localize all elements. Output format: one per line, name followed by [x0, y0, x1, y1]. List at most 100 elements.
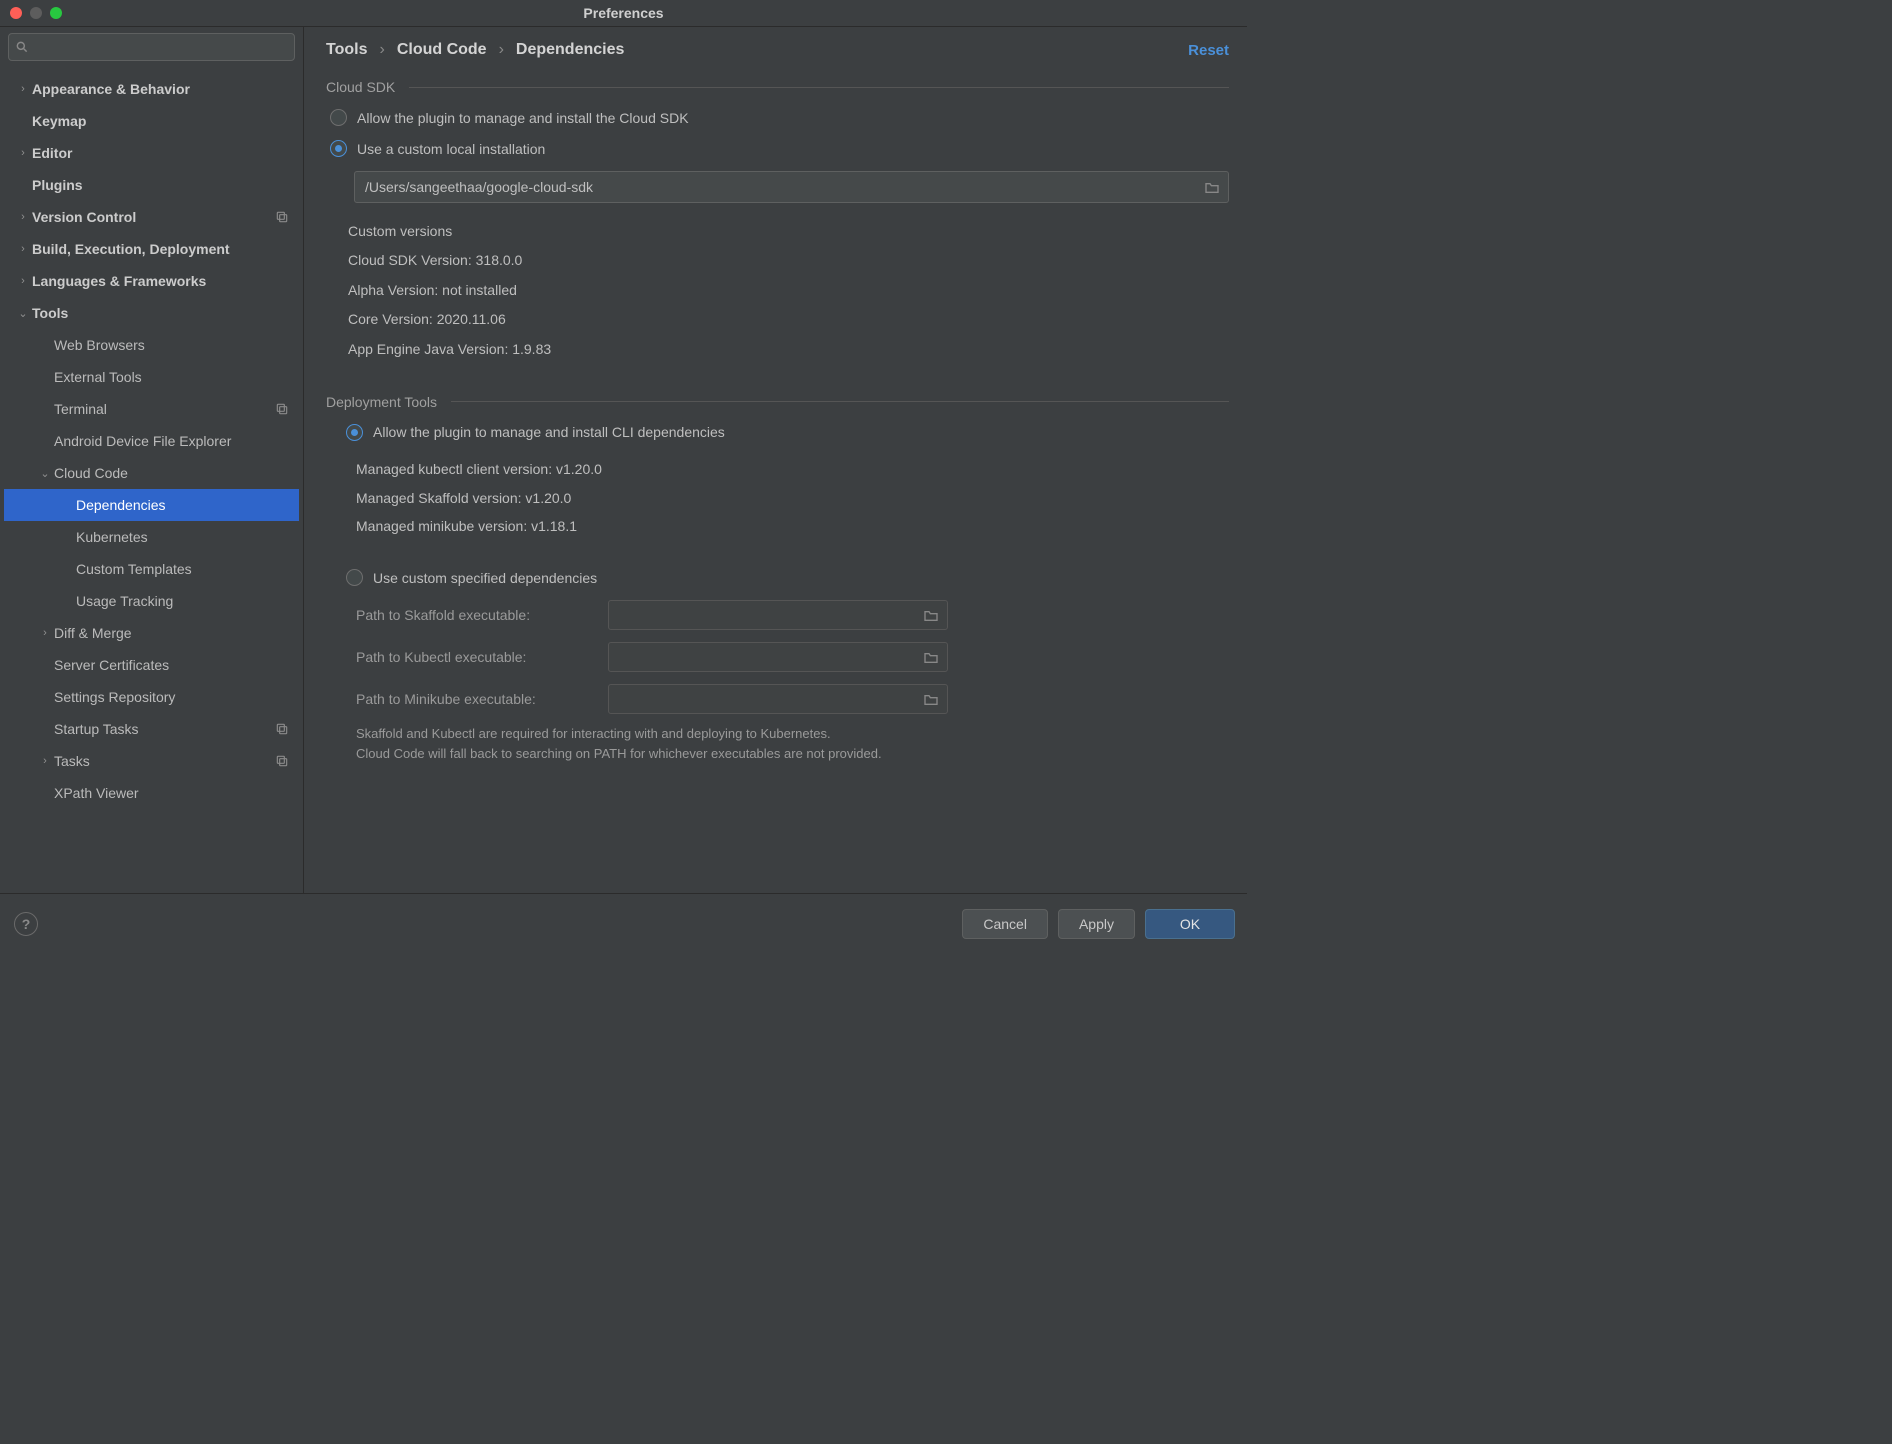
sidebar-item-label: Dependencies: [76, 497, 289, 513]
footer-buttons: Cancel Apply OK: [962, 909, 1235, 939]
version-appengine: App Engine Java Version: 1.9.83: [348, 335, 1229, 364]
sidebar-item-server-certificates[interactable]: Server Certificates: [4, 649, 299, 681]
exec-kubectl-input[interactable]: [608, 642, 948, 672]
sidebar-item-label: Tools: [32, 305, 289, 321]
sidebar-item-terminal[interactable]: Terminal: [4, 393, 299, 425]
sidebar-item-xpath-viewer[interactable]: XPath Viewer: [4, 777, 299, 809]
exec-label: Path to Skaffold executable:: [356, 607, 608, 623]
maximize-window-button[interactable]: [50, 7, 62, 19]
copy-icon[interactable]: [275, 722, 289, 736]
sidebar-item-label: Appearance & Behavior: [32, 81, 289, 97]
window-controls: [0, 7, 62, 19]
radio-sdk-manage[interactable]: Allow the plugin to manage and install t…: [330, 109, 1229, 126]
folder-icon[interactable]: [923, 650, 939, 664]
chevron-right-icon[interactable]: ›: [14, 147, 32, 159]
exec-label: Path to Kubectl executable:: [356, 649, 608, 665]
sidebar-item-tasks[interactable]: ›Tasks: [4, 745, 299, 777]
managed-kubectl: Managed kubectl client version: v1.20.0: [356, 455, 1229, 484]
sidebar-item-build-execution-deployment[interactable]: ›Build, Execution, Deployment: [4, 233, 299, 265]
sidebar-item-settings-repository[interactable]: Settings Repository: [4, 681, 299, 713]
search-box: [8, 33, 295, 61]
folder-icon[interactable]: [923, 608, 939, 622]
sidebar-item-label: Settings Repository: [54, 689, 289, 705]
preferences-sidebar: ›Appearance & BehaviorKeymap›EditorPlugi…: [0, 27, 304, 893]
sidebar-item-label: Server Certificates: [54, 657, 289, 673]
copy-icon[interactable]: [275, 754, 289, 768]
sidebar-item-plugins[interactable]: Plugins: [4, 169, 299, 201]
exec-kubectl-row: Path to Kubectl executable:: [356, 642, 1229, 672]
sidebar-item-web-browsers[interactable]: Web Browsers: [4, 329, 299, 361]
sidebar-item-cloud-code[interactable]: ⌄Cloud Code: [4, 457, 299, 489]
radio-dep-manage[interactable]: Allow the plugin to manage and install C…: [346, 424, 1229, 441]
titlebar: Preferences: [0, 0, 1247, 27]
reset-link[interactable]: Reset: [1188, 42, 1229, 59]
chevron-down-icon[interactable]: ⌄: [14, 307, 32, 320]
sidebar-item-tools[interactable]: ⌄Tools: [4, 297, 299, 329]
managed-versions-block: Managed kubectl client version: v1.20.0 …: [356, 455, 1229, 541]
search-input[interactable]: [8, 33, 295, 61]
sidebar-item-version-control[interactable]: ›Version Control: [4, 201, 299, 233]
sidebar-item-label: Editor: [32, 145, 289, 161]
exec-minikube-input[interactable]: [608, 684, 948, 714]
sdk-path-value: /Users/sangeethaa/google-cloud-sdk: [365, 179, 593, 195]
copy-icon[interactable]: [275, 402, 289, 416]
radio-icon: [330, 140, 347, 157]
sidebar-item-label: Startup Tasks: [54, 721, 275, 737]
sidebar-item-usage-tracking[interactable]: Usage Tracking: [4, 585, 299, 617]
sidebar-item-label: Web Browsers: [54, 337, 289, 353]
folder-icon[interactable]: [1204, 180, 1220, 194]
sidebar-item-label: Custom Templates: [76, 561, 289, 577]
chevron-right-icon[interactable]: ›: [14, 211, 32, 223]
folder-icon[interactable]: [923, 692, 939, 706]
version-core: Core Version: 2020.11.06: [348, 305, 1229, 334]
sidebar-item-editor[interactable]: ›Editor: [4, 137, 299, 169]
sidebar-item-external-tools[interactable]: External Tools: [4, 361, 299, 393]
chevron-right-icon[interactable]: ›: [14, 275, 32, 287]
version-alpha: Alpha Version: not installed: [348, 276, 1229, 305]
minimize-window-button[interactable]: [30, 7, 42, 19]
sidebar-item-label: Languages & Frameworks: [32, 273, 289, 289]
sidebar-item-label: Build, Execution, Deployment: [32, 241, 289, 257]
close-window-button[interactable]: [10, 7, 22, 19]
radio-sdk-custom[interactable]: Use a custom local installation: [330, 140, 1229, 157]
sidebar-item-diff-merge[interactable]: ›Diff & Merge: [4, 617, 299, 649]
hint-line: Cloud Code will fall back to searching o…: [356, 744, 1229, 764]
breadcrumb-item[interactable]: Cloud Code: [397, 41, 487, 59]
copy-icon[interactable]: [275, 210, 289, 224]
sidebar-item-custom-templates[interactable]: Custom Templates: [4, 553, 299, 585]
breadcrumb-item: Dependencies: [516, 41, 624, 59]
radio-icon: [346, 569, 363, 586]
search-icon: [15, 40, 29, 54]
chevron-right-icon[interactable]: ›: [14, 83, 32, 95]
sidebar-item-kubernetes[interactable]: Kubernetes: [4, 521, 299, 553]
sidebar-item-label: Terminal: [54, 401, 275, 417]
cancel-button[interactable]: Cancel: [962, 909, 1048, 939]
sidebar-item-label: External Tools: [54, 369, 289, 385]
sidebar-item-appearance-behavior[interactable]: ›Appearance & Behavior: [4, 73, 299, 105]
sidebar-item-keymap[interactable]: Keymap: [4, 105, 299, 137]
managed-minikube: Managed minikube version: v1.18.1: [356, 512, 1229, 541]
sdk-path-field[interactable]: /Users/sangeethaa/google-cloud-sdk: [354, 171, 1229, 203]
apply-button[interactable]: Apply: [1058, 909, 1135, 939]
section-title: Cloud SDK: [326, 79, 395, 95]
versions-header: Custom versions: [348, 217, 1229, 246]
chevron-down-icon[interactable]: ⌄: [36, 467, 54, 480]
sidebar-item-languages-frameworks[interactable]: ›Languages & Frameworks: [4, 265, 299, 297]
sidebar-item-startup-tasks[interactable]: Startup Tasks: [4, 713, 299, 745]
chevron-right-icon[interactable]: ›: [36, 627, 54, 639]
chevron-right-icon[interactable]: ›: [14, 243, 32, 255]
window-title: Preferences: [583, 5, 663, 21]
sidebar-item-label: Plugins: [32, 177, 289, 193]
help-button[interactable]: ?: [14, 912, 38, 936]
radio-dep-custom[interactable]: Use custom specified dependencies: [346, 569, 1229, 586]
breadcrumb-item[interactable]: Tools: [326, 41, 367, 59]
radio-icon: [346, 424, 363, 441]
sidebar-item-label: Usage Tracking: [76, 593, 289, 609]
sidebar-item-android-device-file-explorer[interactable]: Android Device File Explorer: [4, 425, 299, 457]
sidebar-item-dependencies[interactable]: Dependencies: [4, 489, 299, 521]
breadcrumb-row: Tools › Cloud Code › Dependencies Reset: [326, 41, 1229, 59]
ok-button[interactable]: OK: [1145, 909, 1235, 939]
chevron-right-icon[interactable]: ›: [36, 755, 54, 767]
exec-skaffold-input[interactable]: [608, 600, 948, 630]
sidebar-item-label: Version Control: [32, 209, 275, 225]
